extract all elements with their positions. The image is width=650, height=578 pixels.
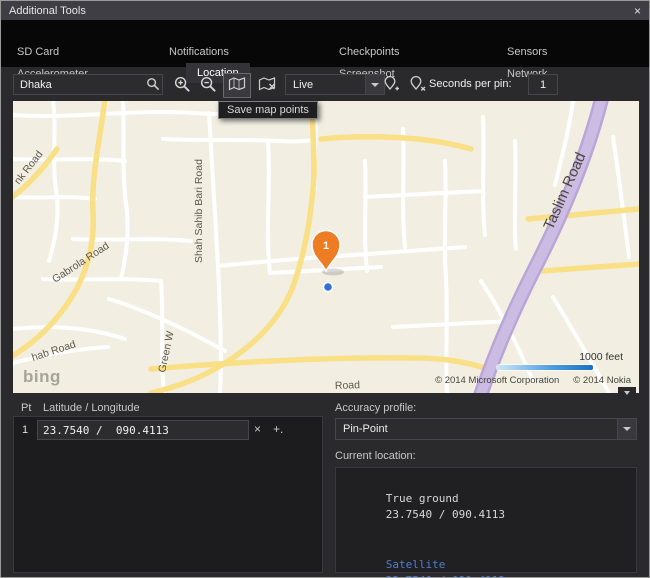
location-value: 23.7540 / 090.4113	[385, 508, 505, 521]
map-expander-button[interactable]	[618, 387, 636, 399]
search-icon[interactable]	[146, 77, 160, 94]
current-location-label: Current location:	[335, 450, 416, 462]
location-value: 23.7540 / 090.4113	[386, 574, 505, 577]
map-scale-bar	[497, 365, 593, 370]
add-pin-button[interactable]	[377, 73, 403, 98]
zoom-out-icon	[199, 75, 218, 97]
map-scale-label: 1000 feet	[579, 351, 623, 363]
chevron-down-icon	[624, 391, 630, 395]
additional-tools-window: Additional Tools × SD Card Notifications…	[0, 0, 650, 578]
map-svg: Taslim Road Shah Sahib Bari Road Gabrola…	[13, 101, 639, 393]
zoom-in-icon	[173, 75, 192, 97]
map-canvas[interactable]: Taslim Road Shah Sahib Bari Road Gabrola…	[13, 101, 639, 393]
title-bar: Additional Tools ×	[1, 1, 649, 20]
accuracy-profile-dropdown-button[interactable]	[617, 419, 636, 439]
map-search	[13, 74, 163, 95]
save-map-points-icon	[228, 76, 246, 95]
map-mode-value: Live	[293, 78, 314, 91]
seconds-per-pin-label: Seconds per pin:	[429, 78, 512, 90]
accuracy-profile-label: Accuracy profile:	[335, 402, 417, 414]
points-header-pt: Pt	[21, 402, 32, 414]
remove-pin-button[interactable]	[403, 73, 429, 98]
add-pin-icon	[380, 76, 400, 95]
bing-logo: bing	[23, 367, 61, 386]
location-source: True ground	[385, 491, 459, 505]
accuracy-profile-dropdown[interactable]: Pin-Point	[335, 418, 637, 440]
location-row-true-ground: True ground 23.7540 / 090.4113	[346, 474, 626, 540]
pin-number: 1	[323, 240, 329, 252]
tab-strip: SD Card Notifications Checkpoints Sensor…	[1, 20, 649, 83]
point-latlng-input[interactable]	[37, 420, 249, 440]
add-point-button[interactable]: +.	[273, 423, 283, 435]
remove-pin-icon	[406, 76, 426, 95]
zoom-in-button[interactable]	[169, 73, 195, 98]
window-title: Additional Tools	[9, 4, 86, 17]
tab-notifications[interactable]: Notifications	[169, 46, 229, 58]
clear-map-points-button[interactable]	[253, 73, 281, 98]
road-label-bottom: Road	[335, 379, 361, 392]
clear-map-points-icon	[258, 76, 276, 95]
tab-checkpoints[interactable]: Checkpoints	[339, 46, 400, 58]
point-row-number: 1	[22, 424, 29, 436]
map-attribution: © 2014 Microsoft Corporation © 2014 Noki…	[435, 375, 631, 386]
road-label-shah-sahib: Shah Sahib Bari Road	[193, 159, 205, 263]
delete-point-button[interactable]: ×	[254, 423, 261, 435]
map-search-input[interactable]	[13, 74, 163, 95]
location-row-satellite: Satellite 23.7540 / 090.4113	[346, 540, 626, 578]
accuracy-profile-value: Pin-Point	[343, 423, 388, 435]
points-header-latlng: Latitude / Longitude	[43, 402, 140, 414]
attribution-microsoft: © 2014 Microsoft Corporation	[435, 375, 560, 386]
current-location-table: True ground 23.7540 / 090.4113 Satellite…	[335, 467, 637, 577]
tab-sensors[interactable]: Sensors	[507, 46, 547, 58]
seconds-per-pin-input[interactable]	[528, 74, 558, 95]
zoom-out-button[interactable]	[195, 73, 221, 98]
tab-sd-card[interactable]: SD Card	[17, 46, 59, 58]
map-mode-dropdown[interactable]: Live	[285, 74, 385, 95]
save-map-points-tooltip: Save map points	[218, 101, 318, 119]
save-map-points-button[interactable]	[223, 73, 251, 98]
close-icon[interactable]: ×	[634, 5, 641, 17]
current-location-dot	[322, 281, 334, 293]
attribution-nokia: © 2014 Nokia	[573, 375, 631, 386]
chevron-down-icon	[623, 427, 631, 431]
location-source: Satellite	[385, 557, 446, 571]
